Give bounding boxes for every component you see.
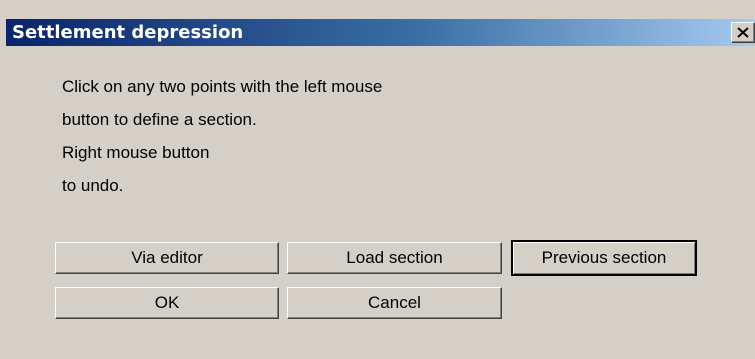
dialog-title: Settlement depression [12, 22, 244, 43]
cancel-button[interactable]: Cancel [287, 287, 502, 319]
load-section-button[interactable]: Load section [287, 242, 502, 274]
via-editor-button[interactable]: Via editor [55, 242, 279, 274]
instructions-text: Click on any two points with the left mo… [62, 70, 562, 202]
title-bar[interactable]: Settlement depression [6, 19, 755, 46]
close-button[interactable] [731, 22, 755, 43]
ok-button[interactable]: OK [55, 287, 279, 319]
close-icon [737, 27, 749, 38]
previous-section-button[interactable]: Previous section [511, 240, 697, 276]
instruction-line: button to define a section. [62, 110, 257, 129]
instruction-line: Click on any two points with the left mo… [62, 77, 383, 96]
settlement-depression-dialog: Settlement depression Click on any two p… [0, 0, 755, 359]
instruction-line: Right mouse button [62, 143, 210, 162]
instruction-line: to undo. [62, 176, 124, 195]
